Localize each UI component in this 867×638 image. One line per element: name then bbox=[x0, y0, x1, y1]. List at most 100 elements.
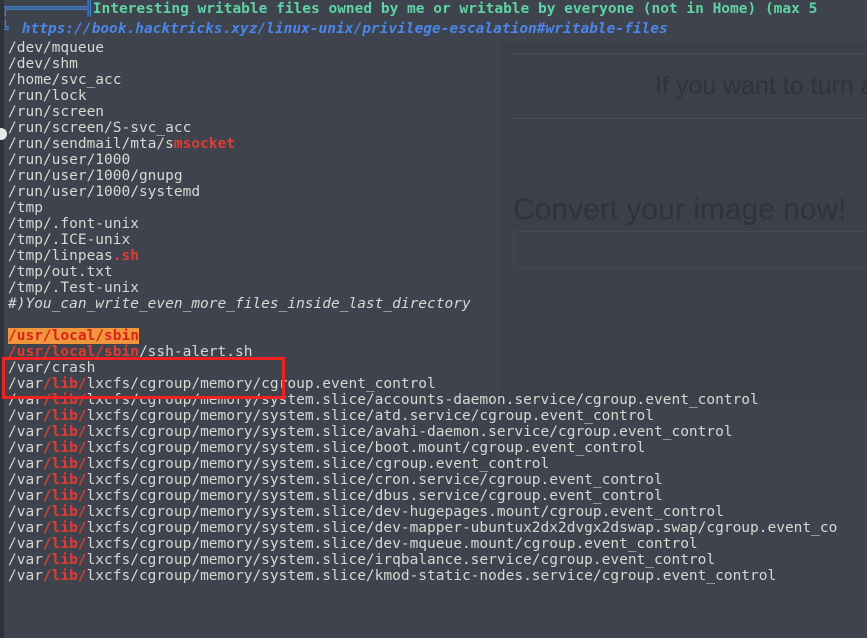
path-segment: lxcfs/cgroup/memory/system.slice/dev-mqu… bbox=[86, 536, 698, 552]
path-segment: /lib/ bbox=[42, 440, 87, 456]
file-path-line: /run/screen/S-svc_acc bbox=[0, 120, 837, 136]
path-segment: /lib/ bbox=[42, 504, 87, 520]
file-path-line: /dev/mqueue bbox=[0, 40, 837, 56]
path-segment: /lib/ bbox=[42, 424, 87, 440]
file-path-line: /var/lib/lxcfs/cgroup/memory/system.slic… bbox=[0, 504, 837, 520]
file-path-line: /var/lib/lxcfs/cgroup/memory/system.slic… bbox=[0, 392, 837, 408]
hacktricks-reference-link[interactable]: https://book.hacktricks.xyz/linux-unix/p… bbox=[8, 21, 668, 37]
path-segment: lxcfs/cgroup/memory/system.slice/kmod-st… bbox=[86, 568, 777, 584]
path-segment: /var bbox=[8, 488, 43, 504]
file-path-line: /run/screen bbox=[0, 104, 837, 120]
file-path-line: /var/lib/lxcfs/cgroup/memory/system.slic… bbox=[0, 536, 837, 552]
section-header-title: Interesting writable files owned by me o… bbox=[92, 1, 818, 17]
file-path-line: /home/svc_acc bbox=[0, 72, 837, 88]
path-segment: /tmp/out.txt bbox=[8, 264, 113, 280]
file-path-line: /usr/local/sbin bbox=[0, 328, 837, 344]
writable-files-list: /dev/mqueue/dev/shm/home/svc_acc/run/loc… bbox=[0, 40, 837, 584]
path-segment: lxcfs/cgroup/memory/system.slice/boot.mo… bbox=[86, 440, 646, 456]
path-segment: /run/user/1000/systemd bbox=[8, 184, 201, 200]
path-segment: /run/screen bbox=[8, 104, 105, 120]
path-segment: lxcfs/cgroup/memory/system.slice/dev-map… bbox=[86, 520, 838, 536]
path-segment: /ssh-alert.sh bbox=[138, 344, 253, 360]
path-segment: /dev/shm bbox=[8, 56, 78, 72]
path-segment: lxcfs/cgroup/memory/system.slice/irqbala… bbox=[86, 552, 716, 568]
path-segment: /lib/ bbox=[42, 520, 87, 536]
path-segment: lxcfs/cgroup/memory/system.slice/cron.se… bbox=[86, 472, 663, 488]
file-path-line: /var/lib/lxcfs/cgroup/memory/system.slic… bbox=[0, 520, 837, 536]
file-path-line: /var/lib/lxcfs/cgroup/memory/system.slic… bbox=[0, 456, 837, 472]
path-segment: /usr/local/sbin bbox=[8, 328, 139, 344]
path-segment: /var bbox=[8, 424, 43, 440]
file-path-line: /run/user/1000/systemd bbox=[0, 184, 837, 200]
file-path-line: /var/lib/lxcfs/cgroup/memory/system.slic… bbox=[0, 488, 837, 504]
path-segment: lxcfs/cgroup/memory/system.slice/account… bbox=[86, 392, 759, 408]
path-segment: msocket bbox=[173, 136, 235, 152]
path-segment: lxcfs/cgroup/memory/system.slice/dev-hug… bbox=[86, 504, 724, 520]
terminal-left-gutter bbox=[0, 0, 4, 638]
path-segment: lxcfs/cgroup/memory/system.slice/atd.ser… bbox=[86, 408, 655, 424]
path-segment: /var bbox=[8, 456, 43, 472]
path-segment: /var bbox=[8, 536, 43, 552]
path-segment: /run/user/1000 bbox=[8, 152, 131, 168]
path-segment: /run/user/1000/gnupg bbox=[8, 168, 183, 184]
path-segment: #)You_can_write_even_more_files_inside_l… bbox=[8, 296, 471, 312]
file-path-line: /var/lib/lxcfs/cgroup/memory/system.slic… bbox=[0, 472, 837, 488]
path-segment: lxcfs/cgroup/memory/system.slice/cgroup.… bbox=[86, 456, 550, 472]
file-path-line: /run/user/1000/gnupg bbox=[0, 168, 837, 184]
file-path-line: /usr/local/sbin/ssh-alert.sh bbox=[0, 344, 837, 360]
path-segment: /dev/mqueue bbox=[8, 40, 105, 56]
path-segment: /tmp/linpeas bbox=[8, 248, 113, 264]
file-path-line: /var/lib/lxcfs/cgroup/memory/system.slic… bbox=[0, 552, 837, 568]
file-path-line: /tmp/.font-unix bbox=[0, 216, 837, 232]
path-segment: /usr/local/sbin bbox=[8, 344, 139, 360]
file-path-line: /var/crash bbox=[0, 360, 837, 376]
path-segment: /tmp bbox=[8, 200, 43, 216]
file-path-line: /dev/shm bbox=[0, 56, 837, 72]
path-segment: /run/screen/S-svc_acc bbox=[8, 120, 192, 136]
path-segment: /var bbox=[8, 568, 43, 584]
file-path-line: /tmp/.ICE-unix bbox=[0, 232, 837, 248]
file-path-line: /tmp/linpeas.sh bbox=[0, 248, 837, 264]
file-path-line: /var/lib/lxcfs/cgroup/memory/cgroup.even… bbox=[0, 376, 837, 392]
file-path-line: /var/lib/lxcfs/cgroup/memory/system.slic… bbox=[0, 408, 837, 424]
file-path-line bbox=[0, 312, 837, 328]
path-segment: lxcfs/cgroup/memory/system.slice/dbus.se… bbox=[86, 488, 663, 504]
path-segment: /lib/ bbox=[42, 552, 87, 568]
path-segment: /tmp/.font-unix bbox=[8, 216, 139, 232]
file-path-line: /var/lib/lxcfs/cgroup/memory/system.slic… bbox=[0, 568, 837, 584]
section-header-url-line: ╚https://book.hacktricks.xyz/linux-unix/… bbox=[0, 19, 837, 40]
file-path-line: /tmp bbox=[0, 200, 837, 216]
path-segment: /var bbox=[8, 392, 43, 408]
path-segment: /home/svc_acc bbox=[8, 72, 122, 88]
path-segment: /tmp/.Test-unix bbox=[8, 280, 139, 296]
path-segment: /lib/ bbox=[42, 408, 87, 424]
path-segment: /var bbox=[8, 376, 43, 392]
path-segment: /var bbox=[8, 472, 43, 488]
file-path-line: /var/lib/lxcfs/cgroup/memory/system.slic… bbox=[0, 440, 837, 456]
terminal-window: ╔══════════╣Interesting writable files o… bbox=[0, 0, 867, 638]
path-segment: /lib/ bbox=[42, 392, 87, 408]
path-segment: .sh bbox=[112, 248, 139, 264]
path-segment: lxcfs/cgroup/memory/system.slice/avahi-d… bbox=[86, 424, 733, 440]
file-path-line: /run/user/1000 bbox=[0, 152, 837, 168]
path-segment: /lib/ bbox=[42, 456, 87, 472]
file-path-line: /run/sendmail/mta/smsocket bbox=[0, 136, 837, 152]
path-segment: /run/sendmail/mta/s bbox=[8, 136, 174, 152]
section-header: ╔══════════╣Interesting writable files o… bbox=[0, 0, 837, 19]
file-path-line: #)You_can_write_even_more_files_inside_l… bbox=[0, 296, 837, 312]
path-segment: /var bbox=[8, 552, 43, 568]
box-drawing-prefix-icon: ╔══════════╣ bbox=[0, 1, 94, 17]
path-segment: /lib/ bbox=[42, 376, 87, 392]
path-segment: /var bbox=[8, 408, 43, 424]
path-segment: /lib/ bbox=[42, 488, 87, 504]
file-path-line: /tmp/.Test-unix bbox=[0, 280, 837, 296]
terminal-output: ╔══════════╣Interesting writable files o… bbox=[0, 0, 837, 584]
path-segment: lxcfs/cgroup/memory/cgroup.event_control bbox=[86, 376, 436, 392]
path-segment: /lib/ bbox=[42, 536, 87, 552]
path-segment: /var/crash bbox=[8, 360, 96, 376]
path-segment: /tmp/.ICE-unix bbox=[8, 232, 131, 248]
path-segment: /var bbox=[8, 440, 43, 456]
path-segment: /run/lock bbox=[8, 88, 87, 104]
path-segment: /var bbox=[8, 504, 43, 520]
file-path-line: /var/lib/lxcfs/cgroup/memory/system.slic… bbox=[0, 424, 837, 440]
